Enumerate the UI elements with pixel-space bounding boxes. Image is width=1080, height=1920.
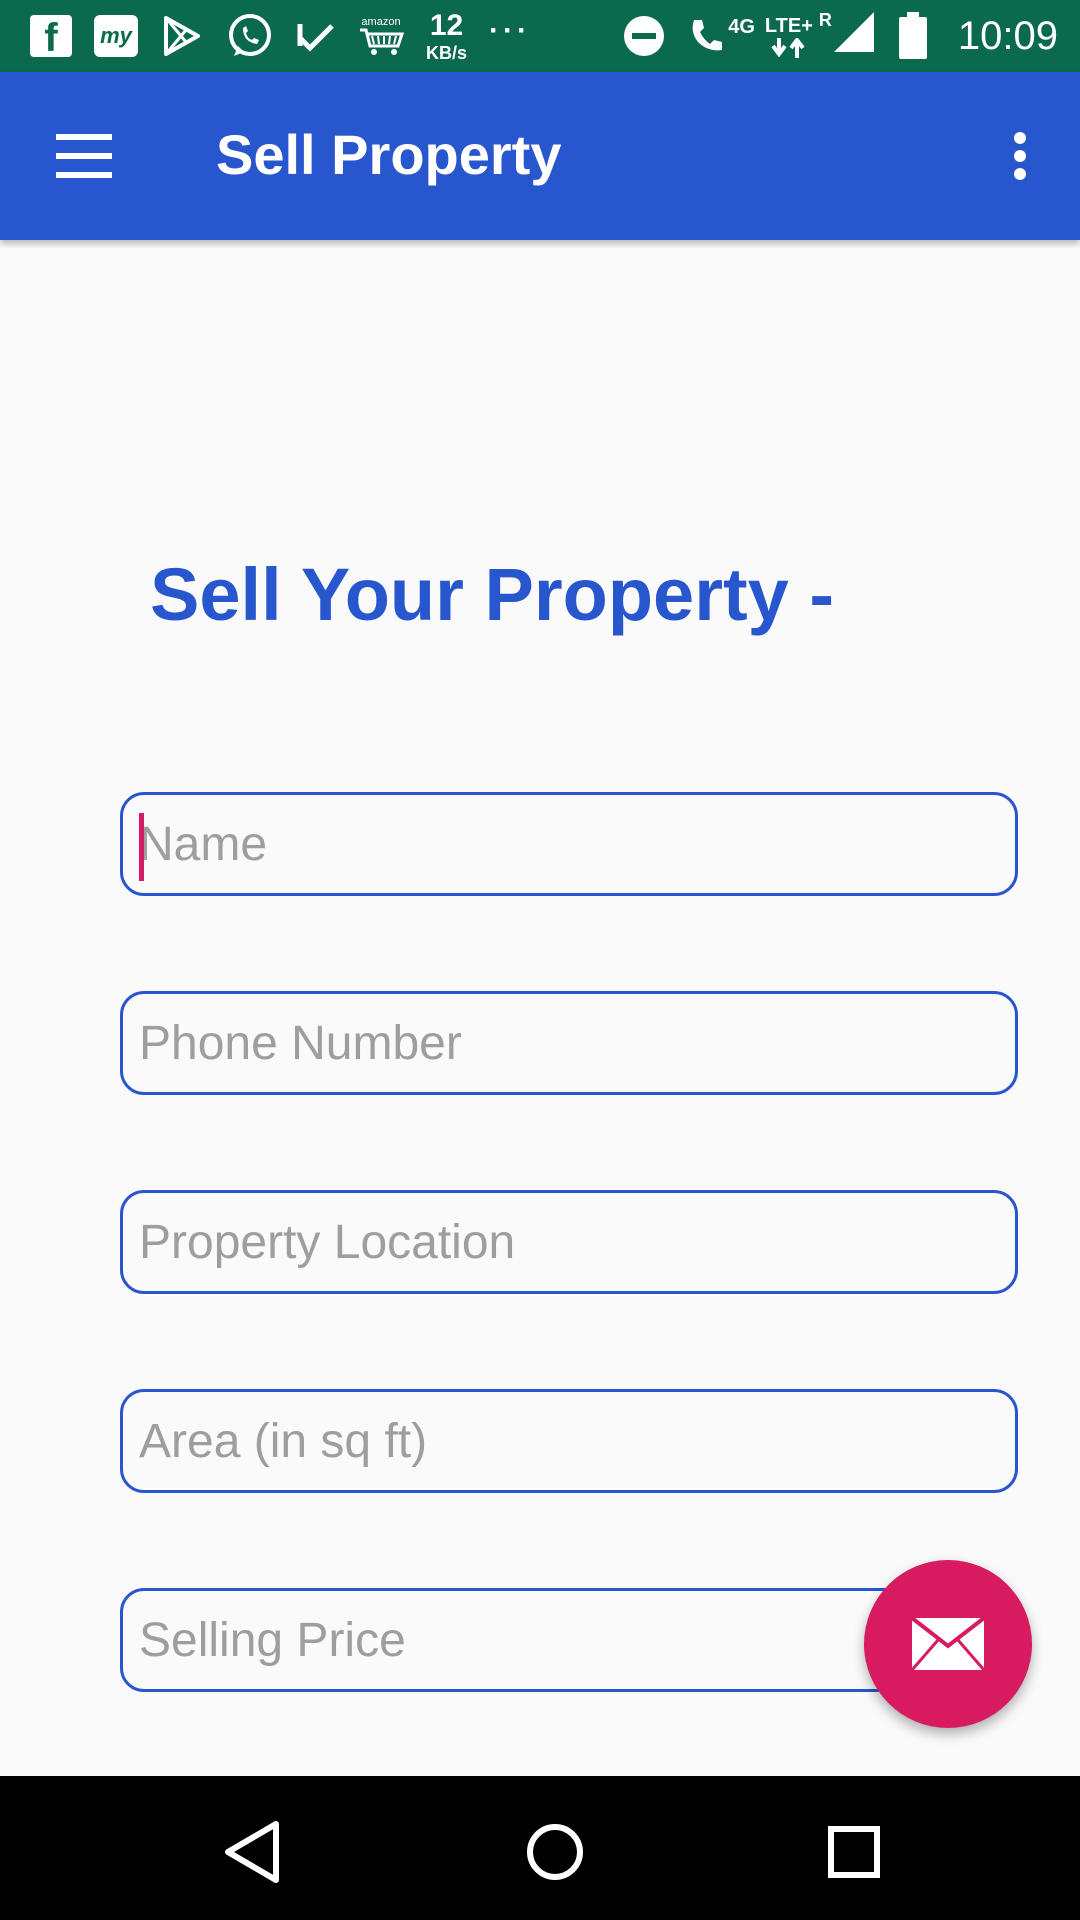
recents-icon[interactable] xyxy=(814,1812,894,1892)
send-mail-button[interactable] xyxy=(864,1560,1032,1728)
lte-label: LTE+ xyxy=(764,14,813,37)
phone-field[interactable] xyxy=(120,991,1018,1095)
name-input[interactable] xyxy=(139,795,999,893)
page-title: Sell Property xyxy=(216,123,562,186)
speed-unit: KB/s xyxy=(426,42,468,63)
home-icon[interactable] xyxy=(515,1812,595,1892)
signal-icon: R xyxy=(819,10,876,62)
lte-icon: LTE+ xyxy=(765,10,813,62)
back-icon[interactable] xyxy=(214,1812,294,1892)
wifi-calling-icon: 4G xyxy=(688,10,755,62)
do-not-disturb-icon xyxy=(622,10,666,62)
amazon-label: amazon xyxy=(361,16,401,28)
more-options-icon[interactable] xyxy=(990,120,1050,190)
clock: 10:09 xyxy=(957,13,1058,58)
facebook-icon: f xyxy=(30,10,72,62)
battery-icon xyxy=(898,10,928,62)
amazon-cart-icon: amazon xyxy=(358,10,404,62)
myapp-label: my xyxy=(94,15,138,57)
check-icon xyxy=(296,10,336,62)
network-4g-label: 4G xyxy=(728,15,755,38)
status-bar: f my amazon 12 KB/s ··· 4G LTE+ R 10:09 xyxy=(0,0,1080,72)
navigation-bar xyxy=(0,1776,1080,1920)
text-cursor xyxy=(139,813,144,881)
location-field[interactable] xyxy=(120,1190,1018,1294)
speed-value: 12 xyxy=(429,8,464,42)
menu-icon[interactable] xyxy=(40,124,130,188)
area-field[interactable] xyxy=(120,1389,1018,1493)
myapp-icon: my xyxy=(94,10,138,62)
area-input[interactable] xyxy=(139,1392,999,1490)
app-bar: Sell Property xyxy=(0,72,1080,240)
more-notifications-icon: ··· xyxy=(489,14,531,47)
form-heading: Sell Your Property - xyxy=(150,553,834,636)
whatsapp-icon xyxy=(226,10,274,62)
location-input[interactable] xyxy=(139,1193,999,1291)
mail-icon xyxy=(910,1616,986,1671)
network-speed: 12 KB/s xyxy=(426,8,468,63)
name-field[interactable] xyxy=(120,792,1018,896)
play-store-icon xyxy=(160,10,204,62)
phone-input[interactable] xyxy=(139,994,999,1092)
roaming-label: R xyxy=(818,10,832,30)
facebook-glyph: f xyxy=(30,15,72,57)
